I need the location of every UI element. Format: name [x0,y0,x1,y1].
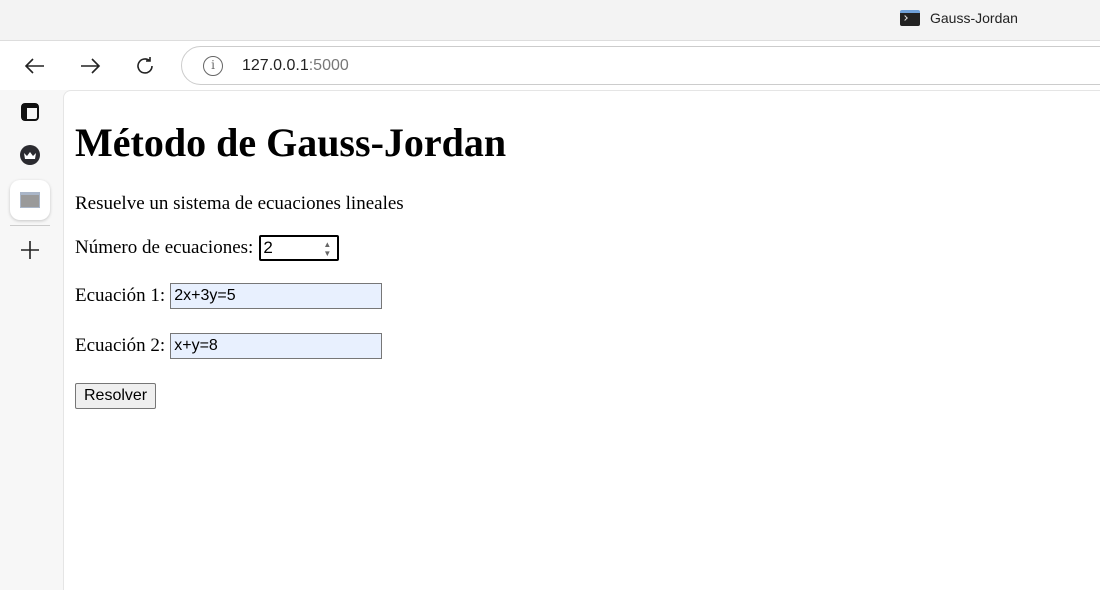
spinner-icon[interactable]: ▲ ▼ [323,240,331,258]
reload-button[interactable] [130,51,160,81]
equation-2-input[interactable]: x+y=8 [170,333,383,359]
arrow-right-icon [81,58,101,74]
panel-icon [21,103,39,121]
back-button[interactable] [20,51,50,81]
num-equations-label: Número de ecuaciones: [75,237,254,258]
equation-row: Ecuación 2: x+y=8 [75,333,383,359]
tab-actions-button[interactable] [10,92,50,132]
address-bar[interactable]: i 127.0.0.1:5000 [181,46,1100,85]
page-title: Método de Gauss-Jordan [75,120,507,165]
equation-label: Ecuación 2: [75,335,166,356]
title-bar: Gauss-Jordan [0,0,1100,40]
subtitle: Resuelve un sistema de ecuaciones lineal… [75,193,404,214]
sidebar-tab-gauss-jordan[interactable] [10,180,50,220]
page-content: Método de Gauss-Jordan Resuelve un siste… [63,90,1100,590]
browser-toolbar: i 127.0.0.1:5000 [0,40,1100,90]
url-host: 127.0.0.1 [242,57,309,74]
num-equations-value: 2 [263,238,273,257]
arrow-left-icon [24,58,44,74]
sidebar-divider [10,225,50,226]
forward-button[interactable] [75,51,105,81]
new-tab-button[interactable] [10,230,50,270]
equation-1-input[interactable]: 2x+3y=5 [170,283,383,309]
equation-label: Ecuación 1: [75,285,166,306]
terminal-icon [900,10,920,26]
url-port: :5000 [308,57,349,74]
num-equations-input[interactable]: 2 ▲ ▼ [259,235,340,261]
solve-button[interactable]: Resolver [75,383,157,409]
crown-icon [20,145,40,165]
tab-title: Gauss-Jordan [930,10,1018,26]
url-text: 127.0.0.1:5000 [242,57,349,75]
equation-row: Ecuación 1: 2x+3y=5 [75,283,383,309]
plus-icon [21,241,39,259]
vertical-tab-sidebar [0,90,63,587]
sidebar-tab-crown[interactable] [10,135,50,175]
active-tab[interactable]: Gauss-Jordan [900,10,1018,26]
num-equations-row: Número de ecuaciones: 2 ▲ ▼ [75,235,340,261]
terminal-icon [20,192,40,208]
info-icon[interactable]: i [203,56,223,76]
reload-icon [137,57,153,74]
